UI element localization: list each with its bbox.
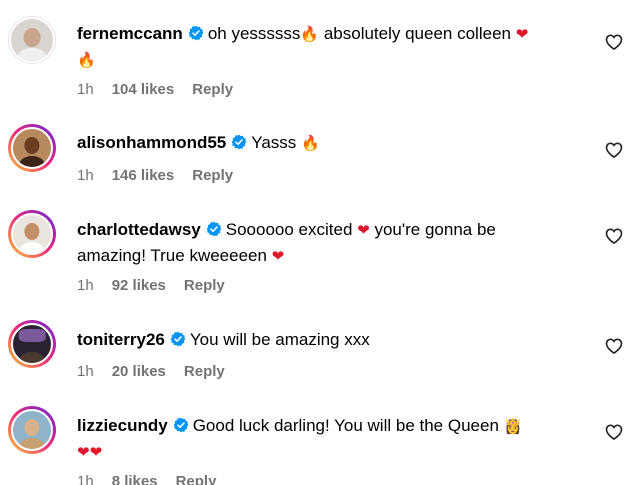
comment-meta: 1h 92 likes Reply [77,277,243,295]
fire-emoji: 🔥 [77,51,96,69]
comment-body: oh yessssss [207,24,301,43]
verified-icon [188,25,204,41]
comment-likes[interactable]: 104 likes [112,81,175,98]
comment-text: toniterry26 You will be amazing xxx [77,327,587,352]
comment-likes[interactable]: 20 likes [112,363,166,380]
heart-outline-icon[interactable] [604,422,624,442]
comment-likes[interactable]: 8 likes [112,473,158,485]
comment-time: 1h [77,81,94,98]
comment-body: Soooooo excited [225,220,358,239]
reply-button[interactable]: Reply [184,363,225,380]
heart-emoji: ❤ [357,221,370,239]
heart-outline-icon[interactable] [604,226,624,246]
avatar[interactable] [8,210,56,258]
verified-icon [173,417,189,433]
avatar[interactable] [8,16,56,64]
heart-emoji: ❤ [271,247,285,265]
comment-likes[interactable]: 146 likes [112,167,175,184]
comment-username[interactable]: lizziecundy [77,416,168,435]
comment-body: Yasss [251,133,302,152]
comment-meta: 1h 104 likes Reply [77,81,251,99]
reply-button[interactable]: Reply [192,167,233,184]
comment-username[interactable]: charlottedawsy [77,220,201,239]
comment-body: absolutely queen colleen [319,24,516,43]
comment-username[interactable]: alisonhammond55 [77,133,226,152]
avatar[interactable] [8,124,56,172]
comment-body: You will be amazing xxx [189,330,370,349]
fire-emoji: 🔥 [300,25,320,43]
comment-time: 1h [77,167,94,184]
comment-username[interactable]: fernemccann [77,24,183,43]
comment-time: 1h [77,277,94,294]
comment-meta: 1h 8 likes Reply [77,473,234,485]
verified-icon [231,134,247,150]
comment-body: amazing! True kweeeeen [77,246,272,265]
heart-outline-icon[interactable] [604,140,624,160]
comment-text: charlottedawsy Soooooo excited ❤ you're g… [77,217,587,269]
avatar[interactable] [8,406,56,454]
comment-likes[interactable]: 92 likes [112,277,166,294]
fire-emoji: 🔥 [301,134,320,152]
heart-emoji: ❤❤ [77,443,103,461]
heart-emoji: ❤ [515,25,529,43]
comment-meta: 1h 146 likes Reply [77,167,251,185]
comment-text: alisonhammond55 Yasss 🔥 [77,130,587,156]
comment-text: fernemccann oh yessssss🔥 absolutely queen… [77,21,587,73]
heart-outline-icon[interactable] [604,32,624,52]
comment-meta: 1h 20 likes Reply [77,363,243,381]
reply-button[interactable]: Reply [176,473,217,485]
reply-button[interactable]: Reply [192,81,233,98]
comment-username[interactable]: toniterry26 [77,330,165,349]
comment-time: 1h [77,473,94,485]
verified-icon [206,221,222,237]
comment-body: you're gonna be [369,220,496,239]
comment-time: 1h [77,363,94,380]
verified-icon [170,331,186,347]
heart-outline-icon[interactable] [604,336,624,356]
comment-text: lizziecundy Good luck darling! You will b… [77,413,587,465]
reply-button[interactable]: Reply [184,277,225,294]
avatar[interactable] [8,320,56,368]
comment-body: Good luck darling! You will be the Queen [192,416,504,435]
princess-emoji: 👸 [503,417,523,435]
